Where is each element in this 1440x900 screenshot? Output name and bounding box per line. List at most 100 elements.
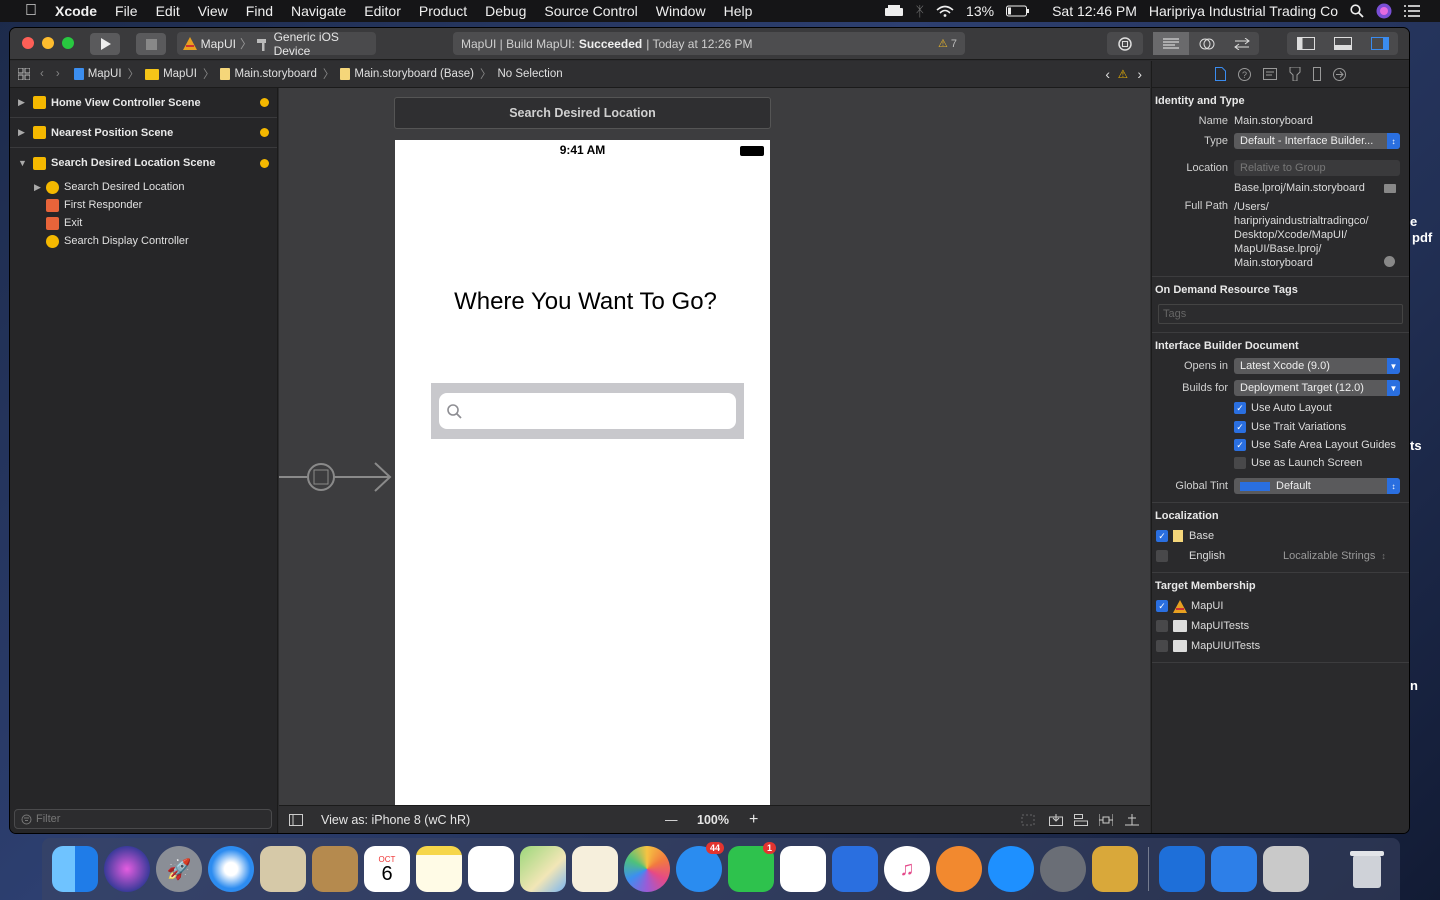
wifi-icon[interactable] <box>930 5 960 17</box>
global-tint-popup[interactable]: Default ↕ <box>1234 478 1400 494</box>
outline-scene-home[interactable]: ▶ Home View Controller Scene <box>10 88 277 118</box>
identity-inspector-icon[interactable] <box>1263 68 1277 80</box>
outline-filter-field[interactable]: Filter <box>14 809 272 829</box>
breadcrumb-selection[interactable]: No Selection <box>497 68 562 80</box>
related-items-icon[interactable] <box>18 68 30 80</box>
zoom-in-button[interactable]: + <box>749 811 758 829</box>
app-store-icon[interactable] <box>988 846 1034 892</box>
menu-view[interactable]: View <box>189 0 237 22</box>
reveal-in-finder-icon[interactable] <box>1384 256 1395 267</box>
safari-icon[interactable] <box>208 846 254 892</box>
localization-english-row[interactable]: English Localizable Strings ↕ <box>1152 546 1409 566</box>
localization-type[interactable]: Localizable Strings <box>1283 550 1375 562</box>
update-frames-icon[interactable] <box>1021 814 1035 826</box>
menu-debug[interactable]: Debug <box>476 0 535 22</box>
search-bar[interactable] <box>431 383 744 439</box>
disclosure-triangle-icon[interactable]: ▶ <box>18 97 30 108</box>
siri-app-icon[interactable] <box>104 846 150 892</box>
desktop-file-fragment[interactable]: n <box>1410 678 1418 693</box>
archive-utility-icon[interactable] <box>1092 846 1138 892</box>
zoom-window-button[interactable] <box>62 37 74 49</box>
previous-issue-icon[interactable]: ‹ <box>1105 66 1110 82</box>
align-icon[interactable] <box>1074 813 1088 826</box>
siri-icon[interactable] <box>1370 3 1398 19</box>
standard-editor-icon[interactable] <box>1153 32 1189 55</box>
size-inspector-icon[interactable] <box>1313 67 1321 81</box>
user-name[interactable]: Haripriya Industrial Trading Co <box>1143 0 1344 22</box>
view-as-device[interactable]: View as: iPhone 8 ( <box>321 813 428 827</box>
freeform-sketch-icon[interactable] <box>572 846 618 892</box>
disclosure-triangle-icon[interactable]: ▶ <box>34 182 46 193</box>
xcode-document-icon[interactable] <box>1211 846 1257 892</box>
messages-icon[interactable]: 44 <box>676 842 724 892</box>
disclosure-triangle-open-icon[interactable]: ▼ <box>18 158 30 168</box>
next-issue-icon[interactable]: › <box>1137 66 1142 82</box>
desktop-file-fragment[interactable]: e <box>1410 214 1417 229</box>
facetime-icon[interactable]: 1 <box>728 842 776 892</box>
battery-icon[interactable] <box>1000 5 1036 17</box>
minimize-window-button[interactable] <box>42 37 54 49</box>
mail-icon[interactable] <box>260 846 306 892</box>
activity-viewer[interactable]: MapUI | Build MapUI: Succeeded | Today a… <box>453 32 965 55</box>
menu-help[interactable]: Help <box>715 0 762 22</box>
desktop-file-fragment[interactable]: ts <box>1410 438 1422 453</box>
library-button[interactable] <box>1107 32 1143 55</box>
outline-item-view-controller[interactable]: ▶ Search Desired Location <box>10 178 277 196</box>
apple-menu-icon[interactable]:  <box>20 2 42 20</box>
trait-variations-checkbox[interactable]: ✓ Use Trait Variations <box>1152 418 1409 436</box>
notes-icon[interactable] <box>416 846 462 892</box>
desktop-file-fragment[interactable]: pdf <box>1412 230 1432 245</box>
debug-area-toggle-icon[interactable] <box>1324 32 1361 55</box>
menu-window[interactable]: Window <box>647 0 715 22</box>
zoom-out-button[interactable]: — <box>665 813 678 827</box>
breadcrumb-folder[interactable]: MapUI <box>145 68 197 80</box>
forward-icon[interactable]: › <box>56 68 60 80</box>
outline-item-first-responder[interactable]: First Responder <box>10 196 277 214</box>
breadcrumb-storyboard-base[interactable]: Main.storyboard (Base) <box>340 68 474 80</box>
contacts-icon[interactable] <box>312 846 358 892</box>
target-mapuiuitests[interactable]: MapUIUITests <box>1152 636 1409 656</box>
search-input[interactable] <box>439 393 736 429</box>
builds-for-popup[interactable]: Deployment Target (12.0) ▼ <box>1234 380 1400 396</box>
keynote-icon[interactable] <box>832 846 878 892</box>
outline-item-exit[interactable]: Exit <box>10 214 277 232</box>
connections-inspector-icon[interactable] <box>1333 67 1346 81</box>
outline-item-search-display-controller[interactable]: Search Display Controller <box>10 232 277 250</box>
opens-in-popup[interactable]: Latest Xcode (9.0) ▼ <box>1234 358 1400 374</box>
localization-base-row[interactable]: ✓ Base <box>1152 526 1409 546</box>
numbers-icon[interactable] <box>780 846 826 892</box>
breadcrumb-project[interactable]: MapUI <box>73 68 122 80</box>
iphone-view[interactable]: 9:41 AM Where You Want To Go? <box>395 140 770 805</box>
tags-field[interactable]: Tags <box>1158 304 1403 324</box>
xcode-icon[interactable] <box>1159 846 1205 892</box>
navigator-toggle-icon[interactable] <box>1287 32 1324 55</box>
zoom-level[interactable]: 100% <box>697 813 729 827</box>
folder-icon[interactable] <box>1384 183 1396 193</box>
safe-area-checkbox[interactable]: ✓ Use Safe Area Layout Guides <box>1152 436 1409 454</box>
itunes-icon[interactable]: ♫ <box>884 846 930 892</box>
location-popup[interactable]: Relative to Group <box>1234 160 1400 176</box>
menu-edit[interactable]: Edit <box>147 0 189 22</box>
trash-icon[interactable] <box>1344 846 1390 892</box>
run-button[interactable] <box>90 33 120 55</box>
menu-find[interactable]: Find <box>237 0 282 22</box>
stop-button[interactable] <box>136 33 166 55</box>
launchpad-icon[interactable]: 🚀 <box>156 846 202 892</box>
close-window-button[interactable] <box>22 37 34 49</box>
attributes-inspector-icon[interactable] <box>1289 67 1301 81</box>
menu-product[interactable]: Product <box>410 0 476 22</box>
menu-navigate[interactable]: Navigate <box>282 0 355 22</box>
initial-view-controller-arrow[interactable] <box>279 462 395 492</box>
launch-screen-checkbox[interactable]: Use as Launch Screen <box>1152 454 1409 472</box>
document-outline-toggle-icon[interactable] <box>289 813 303 826</box>
scene-dock-title[interactable]: Search Desired Location <box>394 97 771 129</box>
calculator-document-icon[interactable] <box>1263 846 1309 892</box>
inspector-toggle-icon[interactable] <box>1361 32 1398 55</box>
add-constraints-icon[interactable] <box>1099 813 1113 826</box>
file-inspector-icon[interactable] <box>1215 67 1226 81</box>
disclosure-triangle-icon[interactable]: ▶ <box>18 127 30 138</box>
menu-file[interactable]: File <box>106 0 147 22</box>
quick-help-icon[interactable]: ? <box>1238 67 1251 81</box>
menu-source-control[interactable]: Source Control <box>535 0 646 22</box>
size-class[interactable]: wC hR) <box>428 813 470 827</box>
